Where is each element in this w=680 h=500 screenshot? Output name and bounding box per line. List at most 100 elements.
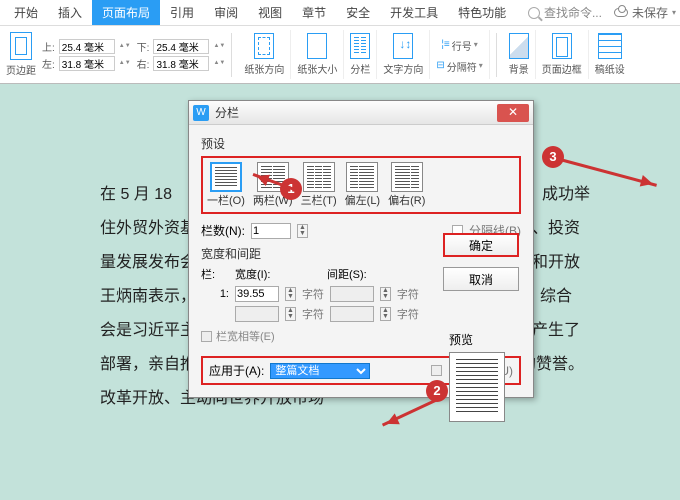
cloud-icon [614, 8, 628, 17]
background-icon [509, 33, 529, 59]
unit-label: 字符 [397, 286, 419, 302]
preset-three[interactable]: 三栏(T) [301, 162, 337, 208]
preset-label: 预设 [201, 135, 521, 152]
cancel-button[interactable]: 取消 [443, 267, 519, 291]
page-border-label: 页面边框 [542, 61, 582, 76]
apply-to-label: 应用于(A): [209, 362, 264, 379]
tab-dev[interactable]: 开发工具 [380, 0, 448, 25]
manuscript-button[interactable]: 稿纸设 [589, 30, 631, 79]
badge-3: 3 [542, 146, 564, 168]
spacing-2-input [330, 306, 374, 322]
dialog-titlebar[interactable]: W 分栏 ✕ [189, 101, 533, 125]
spinner-icon[interactable]: ▲▼ [119, 43, 131, 49]
preview-label: 预览 [449, 331, 505, 348]
ok-button[interactable]: 确定 [443, 233, 519, 257]
unsaved-indicator[interactable]: 未保存 ▾ [614, 4, 676, 21]
page-border-button[interactable]: 页面边框 [536, 30, 589, 79]
margin-bottom-label: 下: [137, 39, 150, 54]
row-1-label: 1: [201, 288, 229, 300]
spacing-1-input[interactable] [330, 286, 374, 302]
dialog-title: 分栏 [215, 104, 491, 121]
preset-row: 一栏(O) 两栏(W) 三栏(T) 偏左(L) 偏右(R) [201, 156, 521, 214]
app-logo-icon: W [193, 105, 209, 121]
apply-to-select[interactable]: 整篇文档 [270, 363, 370, 379]
spinner-icon[interactable]: ▲▼ [285, 287, 296, 301]
spinner-icon[interactable]: ▲▼ [119, 60, 131, 66]
text-direction-button[interactable]: 文字方向 [377, 30, 430, 79]
margin-bottom-input[interactable] [153, 39, 209, 54]
tab-insert[interactable]: 插入 [48, 0, 92, 25]
columns-label: 分栏 [350, 61, 370, 76]
margin-top-label: 上: [42, 39, 55, 54]
tab-page-layout[interactable]: 页面布局 [92, 0, 160, 25]
direction-icon [393, 33, 413, 59]
margin-right-input[interactable] [153, 56, 209, 71]
tab-special[interactable]: 特色功能 [448, 0, 516, 25]
tab-start[interactable]: 开始 [4, 0, 48, 25]
manuscript-label: 稿纸设 [595, 61, 625, 76]
width-2-input [235, 306, 279, 322]
col-header: 栏: [201, 266, 229, 282]
search-icon [528, 7, 540, 19]
spinner-icon[interactable]: ▲▼ [213, 43, 225, 49]
background-button[interactable]: 背景 [503, 30, 536, 79]
tab-safe[interactable]: 安全 [336, 0, 380, 25]
preset-left[interactable]: 偏左(L) [345, 162, 380, 208]
preview-box [449, 352, 505, 422]
dropdown-icon: ▾ [672, 8, 676, 17]
width-1-input[interactable] [235, 286, 279, 302]
unit-label: 字符 [302, 286, 324, 302]
tab-review[interactable]: 审阅 [204, 0, 248, 25]
preset-right[interactable]: 偏右(R) [388, 162, 425, 208]
page-border-icon [552, 33, 572, 59]
tab-reference[interactable]: 引用 [160, 0, 204, 25]
background-label: 背景 [509, 61, 529, 76]
unit-label: 字符 [397, 306, 419, 322]
equal-width-checkbox [201, 331, 212, 342]
spinner-icon: ▲▼ [285, 307, 296, 321]
columns-dialog: W 分栏 ✕ 预设 一栏(O) 两栏(W) 三栏(T) 偏左(L) [188, 100, 534, 398]
text-direction-label: 文字方向 [383, 61, 423, 76]
equal-width-label: 栏宽相等(E) [216, 328, 275, 344]
preset-left-label: 偏左(L) [345, 192, 380, 208]
paper-size-button[interactable]: 纸张大小 [291, 30, 344, 79]
line-no-label: 行号 [452, 38, 472, 53]
search-command[interactable]: 查找命令... [528, 4, 602, 21]
spinner-icon: ▲▼ [380, 307, 391, 321]
margin-left-label: 左: [42, 56, 55, 71]
spinner-icon[interactable]: ▲▼ [380, 287, 391, 301]
new-column-checkbox [431, 365, 442, 376]
line-no-icon: ¦≡ [441, 39, 449, 50]
paper-size-icon [307, 33, 327, 59]
ribbon: 页边距 上: ▲▼ 左: ▲▼ 下: ▲▼ 右: ▲▼ [0, 26, 680, 84]
spinner-icon[interactable]: ▲▼ [297, 224, 308, 238]
unsaved-label: 未保存 [632, 4, 668, 21]
spinner-icon[interactable]: ▲▼ [213, 60, 225, 66]
preset-three-label: 三栏(T) [301, 192, 337, 208]
tab-view[interactable]: 视图 [248, 0, 292, 25]
ribbon-tabs: 开始 插入 页面布局 引用 审阅 视图 章节 安全 开发工具 特色功能 查找命令… [0, 0, 680, 26]
spacing-header: 间距(S): [327, 266, 367, 282]
tab-chapter[interactable]: 章节 [292, 0, 336, 25]
close-button[interactable]: ✕ [497, 104, 529, 122]
margin-label: 页边距 [6, 62, 36, 77]
unit-label: 字符 [302, 306, 324, 322]
margin-left-input[interactable] [59, 56, 115, 71]
separator-label: 分隔符 [447, 59, 477, 74]
preset-one[interactable]: 一栏(O) [207, 162, 245, 208]
orientation-icon [254, 33, 274, 59]
orientation-button[interactable]: 纸张方向 [238, 30, 291, 79]
margin-icon[interactable] [10, 32, 32, 60]
columns-button[interactable]: 分栏 [344, 30, 377, 79]
margin-top-input[interactable] [59, 39, 115, 54]
orientation-label: 纸张方向 [244, 61, 284, 76]
columns-icon [350, 33, 370, 59]
search-placeholder: 查找命令... [544, 4, 602, 21]
line-number-group[interactable]: ¦≡ 行号 ▾ ⊟ 分隔符 ▾ [430, 30, 489, 79]
paper-size-label: 纸张大小 [297, 61, 337, 76]
preset-right-label: 偏右(R) [388, 192, 425, 208]
preset-one-label: 一栏(O) [207, 192, 245, 208]
width-header: 宽度(I): [235, 266, 295, 282]
cols-count-input[interactable] [251, 223, 291, 239]
separator-icon: ⊟ [436, 60, 444, 71]
